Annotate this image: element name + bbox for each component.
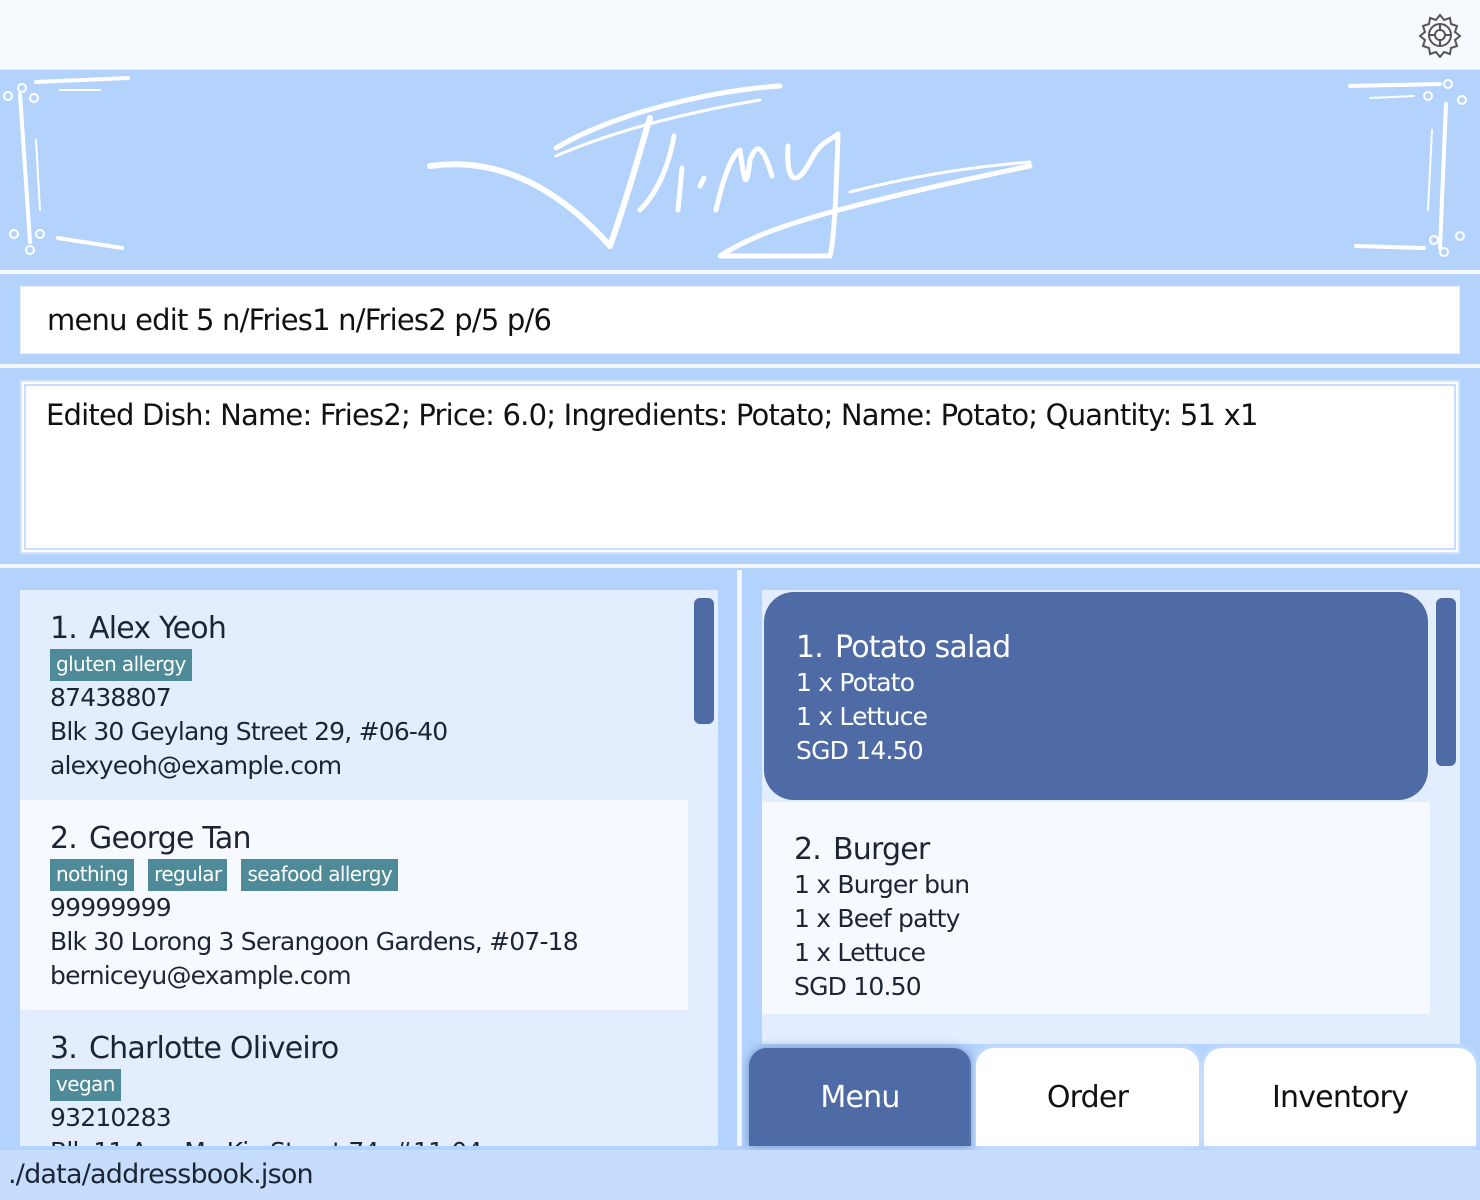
person-name: Charlotte Oliveiro	[89, 1031, 339, 1066]
person-card[interactable]: 3. Charlotte Oliveiro vegan 93210283 Blk …	[20, 1010, 688, 1146]
person-name-line: 2. George Tan	[50, 820, 688, 858]
data-file-path: ./data/addressbook.json	[8, 1159, 314, 1190]
dish-list[interactable]: 1. Potato salad 1 x Potato 1 x Lettuce SG…	[762, 590, 1460, 1044]
dish-ingredient: 1 x Potato	[796, 668, 915, 697]
person-card[interactable]: 2. George Tan nothing regular seafood all…	[20, 800, 688, 1010]
person-email: berniceyu@example.com	[50, 961, 352, 990]
tab-inventory[interactable]: Inventory	[1204, 1048, 1476, 1146]
tab-menu[interactable]: Menu	[749, 1048, 971, 1146]
jimy-logo	[3, 76, 1467, 259]
pane-divider	[737, 570, 742, 1146]
dish-card-selected[interactable]: 1. Potato salad 1 x Potato 1 x Lettuce SG…	[764, 592, 1428, 800]
divider	[0, 270, 1480, 274]
top-bar	[0, 0, 1480, 70]
tag: vegan	[50, 1069, 121, 1101]
person-name: George Tan	[89, 821, 251, 856]
command-box[interactable]	[20, 286, 1460, 354]
dish-price: SGD 10.50	[794, 972, 922, 1001]
tag: nothing	[50, 859, 135, 891]
gear-icon[interactable]	[1416, 12, 1464, 59]
divider	[0, 564, 1480, 568]
dish-index: 2.	[794, 832, 822, 867]
dish-name-line: 2. Burger	[794, 832, 1430, 868]
banner	[0, 70, 1480, 270]
dish-list-scrollbar[interactable]	[1436, 598, 1456, 766]
person-name-line: 3. Charlotte Oliveiro	[50, 1030, 688, 1068]
person-phone: 87438807	[50, 683, 172, 712]
tab-order[interactable]: Order	[976, 1048, 1199, 1146]
person-index: 3.	[50, 1031, 78, 1066]
dish-ingredient: 1 x Beef patty	[794, 904, 960, 933]
dish-ingredient: 1 x Lettuce	[796, 702, 928, 731]
person-index: 1.	[50, 611, 78, 646]
dish-ingredient: 1 x Lettuce	[794, 938, 926, 967]
person-name-line: 1. Alex Yeoh	[50, 610, 688, 648]
result-text: Edited Dish: Name: Fries2; Price: 6.0; I…	[46, 398, 1258, 432]
dish-name: Potato salad	[835, 630, 1011, 665]
tag-list: vegan	[50, 1069, 688, 1101]
person-index: 2.	[50, 821, 78, 856]
tag: seafood allergy	[241, 859, 399, 891]
dish-price: SGD 14.50	[796, 736, 924, 765]
status-bar: ./data/addressbook.json	[0, 1150, 1480, 1200]
person-list[interactable]: 1. Alex Yeoh gluten allergy 87438807 Blk …	[20, 590, 718, 1146]
tag: regular	[148, 859, 228, 891]
dish-index: 1.	[796, 630, 824, 665]
person-list-scrollbar[interactable]	[694, 598, 714, 724]
person-email: alexyeoh@example.com	[50, 751, 342, 780]
person-name: Alex Yeoh	[89, 611, 227, 646]
person-address: Blk 30 Lorong 3 Serangoon Gardens, #07-1…	[50, 927, 579, 956]
command-input[interactable]	[21, 287, 1459, 353]
divider	[0, 364, 1480, 368]
person-address: Blk 30 Geylang Street 29, #06-40	[50, 717, 448, 746]
person-card[interactable]: 1. Alex Yeoh gluten allergy 87438807 Blk …	[20, 590, 688, 800]
person-phone: 93210283	[50, 1103, 172, 1132]
dish-ingredient: 1 x Burger bun	[794, 870, 970, 899]
dish-name: Burger	[833, 832, 930, 867]
person-address: Blk 11 Ang Mo Kio Street 74, #11-04	[50, 1135, 688, 1146]
dish-card[interactable]: 2. Burger 1 x Burger bun 1 x Beef patty 1…	[762, 802, 1430, 1014]
tab-bar: Menu Order Inventory	[745, 1046, 1480, 1146]
tag-list: nothing regular seafood allergy	[50, 859, 688, 891]
result-display: Edited Dish: Name: Fries2; Price: 6.0; I…	[20, 380, 1460, 554]
tag-list: gluten allergy	[50, 649, 688, 681]
dish-name-line: 1. Potato salad	[796, 630, 1428, 666]
person-phone: 99999999	[50, 893, 172, 922]
tag: gluten allergy	[50, 649, 192, 681]
